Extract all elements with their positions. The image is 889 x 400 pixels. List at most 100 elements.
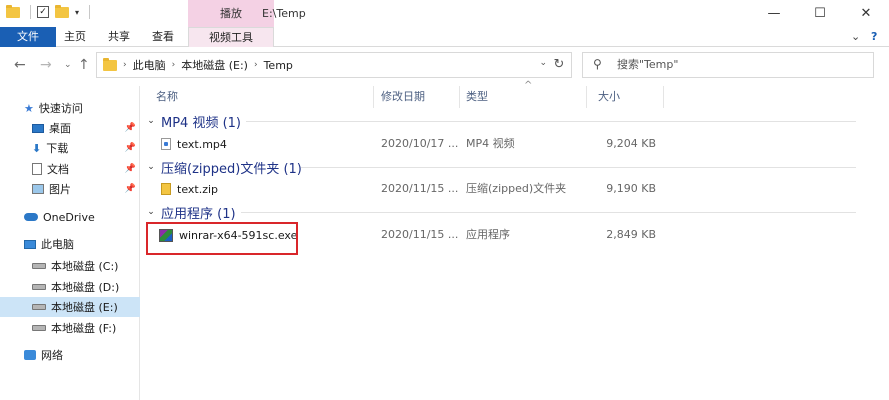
breadcrumb-drive-e[interactable]: 本地磁盘 (E:) bbox=[181, 57, 248, 73]
star-icon: ★ bbox=[24, 101, 34, 115]
help-icon[interactable]: ? bbox=[871, 30, 877, 43]
pin-icon[interactable]: 📌 bbox=[125, 143, 136, 153]
nav-quick-access[interactable]: ★ 快速访问 bbox=[0, 98, 140, 118]
ribbon-collapse-icon[interactable]: ⌄ bbox=[851, 30, 860, 43]
search-box[interactable]: ⚲ 搜索"Temp" bbox=[582, 52, 874, 78]
cloud-icon bbox=[24, 213, 38, 221]
address-bar[interactable]: › 此电脑 › 本地磁盘 (E:) › Temp ⌄ bbox=[96, 52, 572, 78]
navigation-pane: ★ 快速访问 桌面 📌 ⬇ 下载 📌 文档 📌 图片 📌 OneDrive 此电… bbox=[0, 86, 140, 400]
window-title: E:\Temp bbox=[262, 7, 306, 20]
file-date: 2020/10/17 ... bbox=[381, 137, 459, 150]
pin-icon[interactable]: 📌 bbox=[125, 184, 136, 194]
breadcrumb-separator-icon: › bbox=[253, 60, 258, 70]
refresh-icon[interactable]: ↻ bbox=[548, 55, 570, 75]
group-divider bbox=[241, 212, 856, 213]
nav-network[interactable]: 网络 bbox=[0, 345, 140, 365]
tab-file[interactable]: 文件 bbox=[0, 27, 56, 47]
nav-drive-f[interactable]: 本地磁盘 (F:) bbox=[0, 318, 140, 338]
nav-item-downloads[interactable]: ⬇ 下载 📌 bbox=[0, 138, 140, 158]
file-type: 应用程序 bbox=[466, 228, 510, 241]
back-arrow-icon[interactable]: ← bbox=[14, 57, 26, 73]
nav-drive-e[interactable]: 本地磁盘 (E:) bbox=[0, 297, 140, 317]
highlight-box bbox=[146, 222, 298, 255]
properties-checkbox-icon[interactable]: ✓ bbox=[37, 6, 49, 18]
file-size: 2,849 KB bbox=[606, 228, 656, 241]
group-header-mp4[interactable]: ⌄ MP4 视频 (1) bbox=[141, 111, 241, 131]
file-type: 压缩(zipped)文件夹 bbox=[466, 182, 567, 195]
nav-label: 本地磁盘 (C:) bbox=[51, 260, 119, 273]
file-name-cell: text.zip bbox=[161, 179, 218, 199]
group-title: MP4 视频 (1) bbox=[161, 115, 242, 131]
group-header-applications[interactable]: ⌄ 应用程序 (1) bbox=[141, 202, 235, 222]
forward-arrow-icon[interactable]: → bbox=[40, 57, 52, 73]
breadcrumb-separator-icon: › bbox=[171, 60, 176, 70]
column-header-name[interactable]: 名称 bbox=[141, 86, 373, 108]
divider bbox=[30, 5, 31, 19]
file-size: 9,190 KB bbox=[606, 182, 656, 195]
new-folder-icon[interactable] bbox=[55, 4, 69, 18]
tab-share[interactable]: 共享 bbox=[100, 27, 138, 47]
folder-icon bbox=[103, 57, 117, 71]
folder-icon bbox=[6, 4, 20, 18]
divider bbox=[89, 5, 91, 19]
nav-label: 网络 bbox=[41, 349, 63, 362]
file-date: 2020/11/15 ... bbox=[381, 228, 459, 241]
nav-label: 此电脑 bbox=[41, 238, 74, 251]
pin-icon[interactable]: 📌 bbox=[125, 123, 136, 133]
group-divider bbox=[301, 167, 856, 168]
pin-icon[interactable]: 📌 bbox=[125, 164, 136, 174]
breadcrumb-temp[interactable]: Temp bbox=[264, 59, 293, 72]
collapse-chevron-icon[interactable]: ⌄ bbox=[141, 207, 161, 217]
tab-home[interactable]: 主页 bbox=[56, 27, 94, 47]
file-name: text.zip bbox=[177, 182, 219, 196]
tab-video-tools[interactable]: 视频工具 bbox=[188, 27, 274, 47]
nav-item-documents[interactable]: 文档 📌 bbox=[0, 159, 140, 179]
recent-locations-chevron-icon[interactable]: ⌄ bbox=[64, 60, 72, 70]
customize-toolbar-dropdown-icon[interactable]: ▾ bbox=[75, 8, 79, 17]
drive-icon bbox=[32, 284, 46, 290]
file-type: MP4 视频 bbox=[466, 137, 515, 150]
minimize-button[interactable]: — bbox=[751, 0, 797, 27]
column-divider[interactable] bbox=[663, 86, 664, 108]
drive-icon bbox=[32, 263, 46, 269]
collapse-chevron-icon[interactable]: ⌄ bbox=[141, 162, 161, 172]
drive-icon bbox=[32, 304, 46, 310]
nav-label: 桌面 bbox=[49, 122, 71, 135]
nav-label: OneDrive bbox=[43, 210, 95, 224]
column-header-size[interactable]: 大小 bbox=[583, 86, 663, 108]
file-row[interactable]: text.mp4 2020/10/17 ... MP4 视频 9,204 KB bbox=[141, 134, 881, 154]
nav-item-desktop[interactable]: 桌面 📌 bbox=[0, 118, 140, 138]
up-arrow-icon[interactable]: ↑ bbox=[78, 57, 90, 73]
file-row[interactable]: text.zip 2020/11/15 ... 压缩(zipped)文件夹 9,… bbox=[141, 179, 881, 199]
nav-label: 本地磁盘 (F:) bbox=[51, 322, 117, 335]
close-button[interactable]: ✕ bbox=[843, 0, 889, 27]
tab-view[interactable]: 查看 bbox=[144, 27, 182, 47]
group-title: 压缩(zipped)文件夹 (1) bbox=[161, 161, 302, 177]
nav-label: 快速访问 bbox=[38, 102, 83, 115]
nav-drive-d[interactable]: 本地磁盘 (D:) bbox=[0, 277, 140, 297]
collapse-chevron-icon[interactable]: ⌄ bbox=[141, 116, 161, 126]
nav-onedrive[interactable]: OneDrive bbox=[0, 207, 140, 227]
nav-this-pc[interactable]: 此电脑 bbox=[0, 234, 140, 254]
file-name-cell: text.mp4 bbox=[161, 134, 227, 154]
file-name: text.mp4 bbox=[177, 137, 227, 151]
address-dropdown-icon[interactable]: ⌄ bbox=[539, 58, 547, 68]
nav-drive-c[interactable]: 本地磁盘 (C:) bbox=[0, 256, 140, 276]
nav-label: 图片 bbox=[49, 183, 71, 196]
breadcrumb-separator-icon: › bbox=[123, 60, 127, 70]
group-header-zip[interactable]: ⌄ 压缩(zipped)文件夹 (1) bbox=[141, 157, 302, 177]
maximize-button[interactable]: ☐ bbox=[797, 0, 843, 27]
computer-icon bbox=[24, 239, 36, 249]
nav-item-pictures[interactable]: 图片 📌 bbox=[0, 179, 140, 199]
ribbon-tabs: 文件 主页 共享 查看 视频工具 ⌄ ? bbox=[0, 27, 889, 47]
breadcrumb-this-pc[interactable]: 此电脑 bbox=[133, 57, 166, 73]
search-placeholder: 搜索"Temp" bbox=[617, 58, 679, 71]
column-header-type[interactable]: 类型 bbox=[451, 86, 581, 108]
desktop-icon bbox=[32, 123, 44, 133]
picture-icon bbox=[32, 184, 44, 194]
zip-folder-icon bbox=[161, 183, 171, 195]
column-header-date[interactable]: 修改日期 bbox=[366, 86, 454, 108]
nav-label: 文档 bbox=[47, 163, 69, 176]
video-file-icon bbox=[161, 138, 171, 150]
download-icon: ⬇ bbox=[32, 141, 42, 155]
